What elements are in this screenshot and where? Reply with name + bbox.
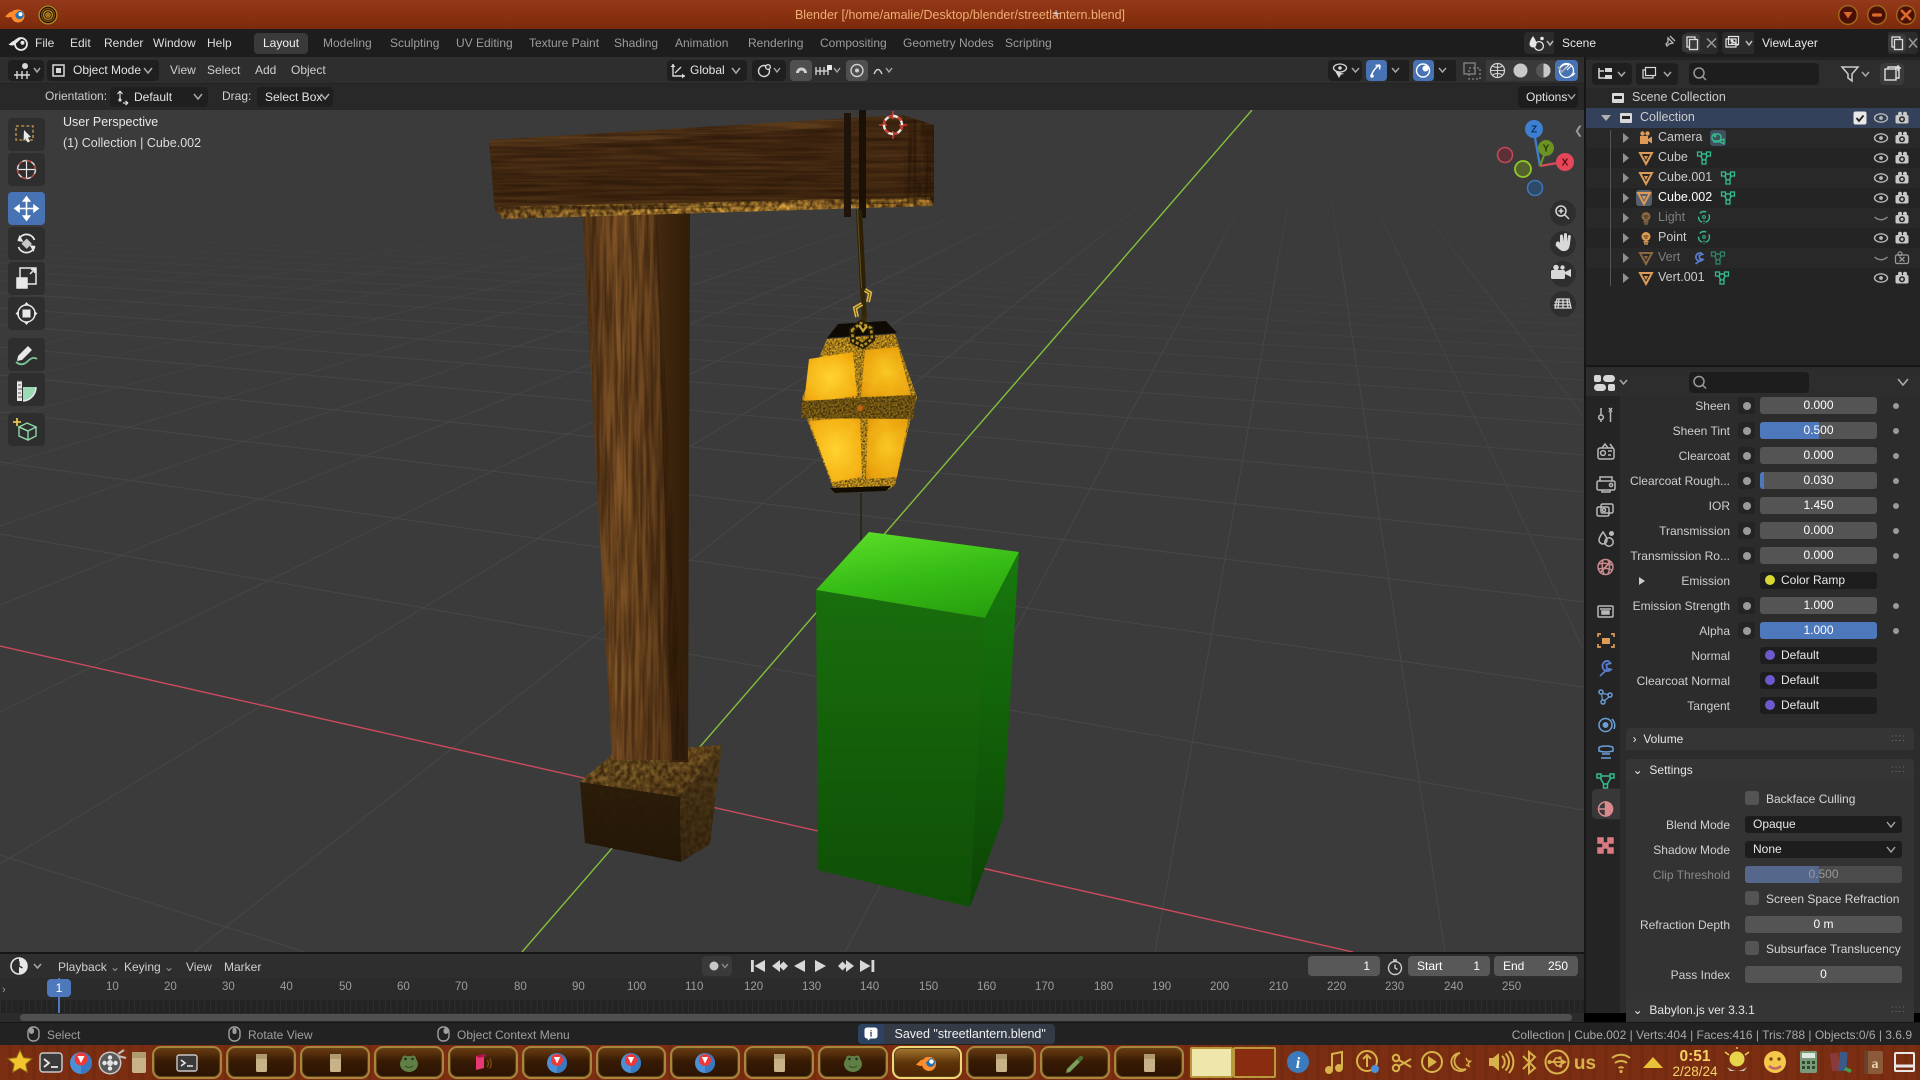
- svg-text:i: i: [1296, 1055, 1301, 1072]
- svg-text:2/28/24: 2/28/24: [1672, 1064, 1718, 1079]
- svg-text:X: X: [1562, 158, 1569, 169]
- svg-text:us: us: [1574, 1053, 1596, 1074]
- svg-text:Z: Z: [1531, 125, 1537, 136]
- svg-text:❮: ❮: [1574, 125, 1583, 137]
- svg-text:0:51: 0:51: [1679, 1048, 1710, 1065]
- svg-text:(1) Collection | Cube.002: (1) Collection | Cube.002: [63, 136, 201, 150]
- svg-text:Y: Y: [1543, 144, 1550, 155]
- svg-text:User Perspective: User Perspective: [63, 115, 158, 129]
- svg-text:a: a: [1872, 1057, 1879, 1072]
